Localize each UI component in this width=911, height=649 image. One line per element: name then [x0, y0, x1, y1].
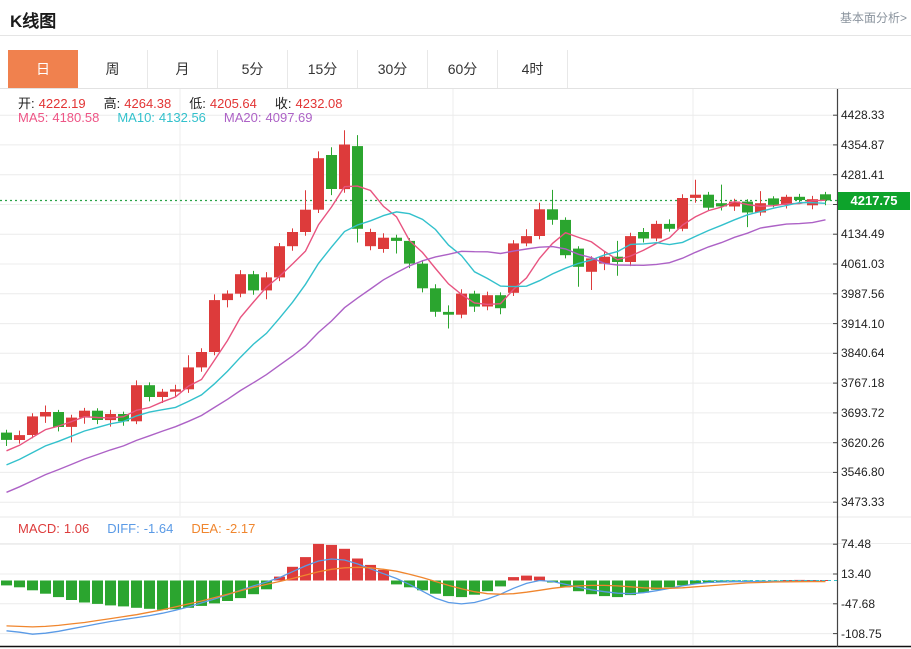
info-item: MA5:4180.58	[18, 110, 103, 125]
fundamental-analysis-link[interactable]: 基本面分析>	[840, 9, 907, 26]
price-axis-tick: 3840.64	[841, 346, 884, 360]
info-item: MA20:4097.69	[224, 110, 317, 125]
diff-line	[7, 559, 826, 634]
tab-5分[interactable]: 5分	[218, 50, 288, 88]
tab-15分[interactable]: 15分	[288, 50, 358, 88]
current-price-tag: 4217.75	[838, 192, 910, 210]
price-axis-tick: 4061.03	[841, 257, 884, 271]
price-axis-tick: 3693.72	[841, 406, 884, 420]
price-axis-tick: 4134.49	[841, 227, 884, 241]
macd-axis-tick: -47.68	[841, 597, 875, 611]
info-item: 开:4222.19	[18, 96, 90, 111]
macd-axis-tick: -108.75	[841, 627, 882, 641]
tab-30分[interactable]: 30分	[358, 50, 428, 88]
info-item: DIFF:-1.64	[107, 521, 177, 536]
dea-line	[7, 567, 826, 627]
interval-tab-bar: 日周月5分15分30分60分4时	[8, 50, 568, 88]
ma-info-row: MA5:4180.58 MA10:4132.56 MA20:4097.69	[18, 110, 331, 125]
price-axis-tick: 4281.41	[841, 168, 884, 182]
kline-app: K线图 基本面分析> 日周月5分15分30分60分4时 开:4222.19 高:4…	[0, 0, 911, 649]
info-item: MACD:1.06	[18, 521, 93, 536]
macd-histogram-layer	[1, 544, 831, 610]
page-header: K线图 基本面分析>	[0, 0, 911, 36]
tab-月[interactable]: 月	[148, 50, 218, 88]
tab-60分[interactable]: 60分	[428, 50, 498, 88]
price-axis-tick: 3767.18	[841, 376, 884, 390]
info-item: DEA:-2.17	[191, 521, 259, 536]
info-item: 收:4232.08	[275, 96, 347, 111]
price-axis-tick: 3987.56	[841, 287, 884, 301]
info-item: 高:4264.38	[104, 96, 176, 111]
tab-周[interactable]: 周	[78, 50, 148, 88]
page-title: K线图	[10, 7, 56, 32]
info-item: 低:4205.64	[189, 96, 261, 111]
info-item: MA10:4132.56	[117, 110, 210, 125]
price-axis-tick: 3914.10	[841, 317, 884, 331]
macd-axis-tick: 13.40	[841, 567, 871, 581]
macd-axis-tick: 74.48	[841, 537, 871, 551]
tab-4时[interactable]: 4时	[498, 50, 568, 88]
price-axis-tick: 4428.33	[841, 108, 884, 122]
ma20-line	[7, 220, 826, 493]
ma5-line	[7, 186, 826, 451]
price-axis-tick: 4354.87	[841, 138, 884, 152]
price-axis-tick: 3620.26	[841, 436, 884, 450]
price-axis-tick: 3546.80	[841, 465, 884, 479]
ma10-line	[7, 203, 826, 465]
tab-日[interactable]: 日	[8, 50, 78, 88]
tab-bar-divider	[0, 88, 911, 89]
price-axis-tick: 3473.33	[841, 495, 884, 509]
candles-layer	[1, 130, 831, 446]
macd-info-row: MACD:1.06 DIFF:-1.64 DEA:-2.17	[18, 521, 273, 536]
